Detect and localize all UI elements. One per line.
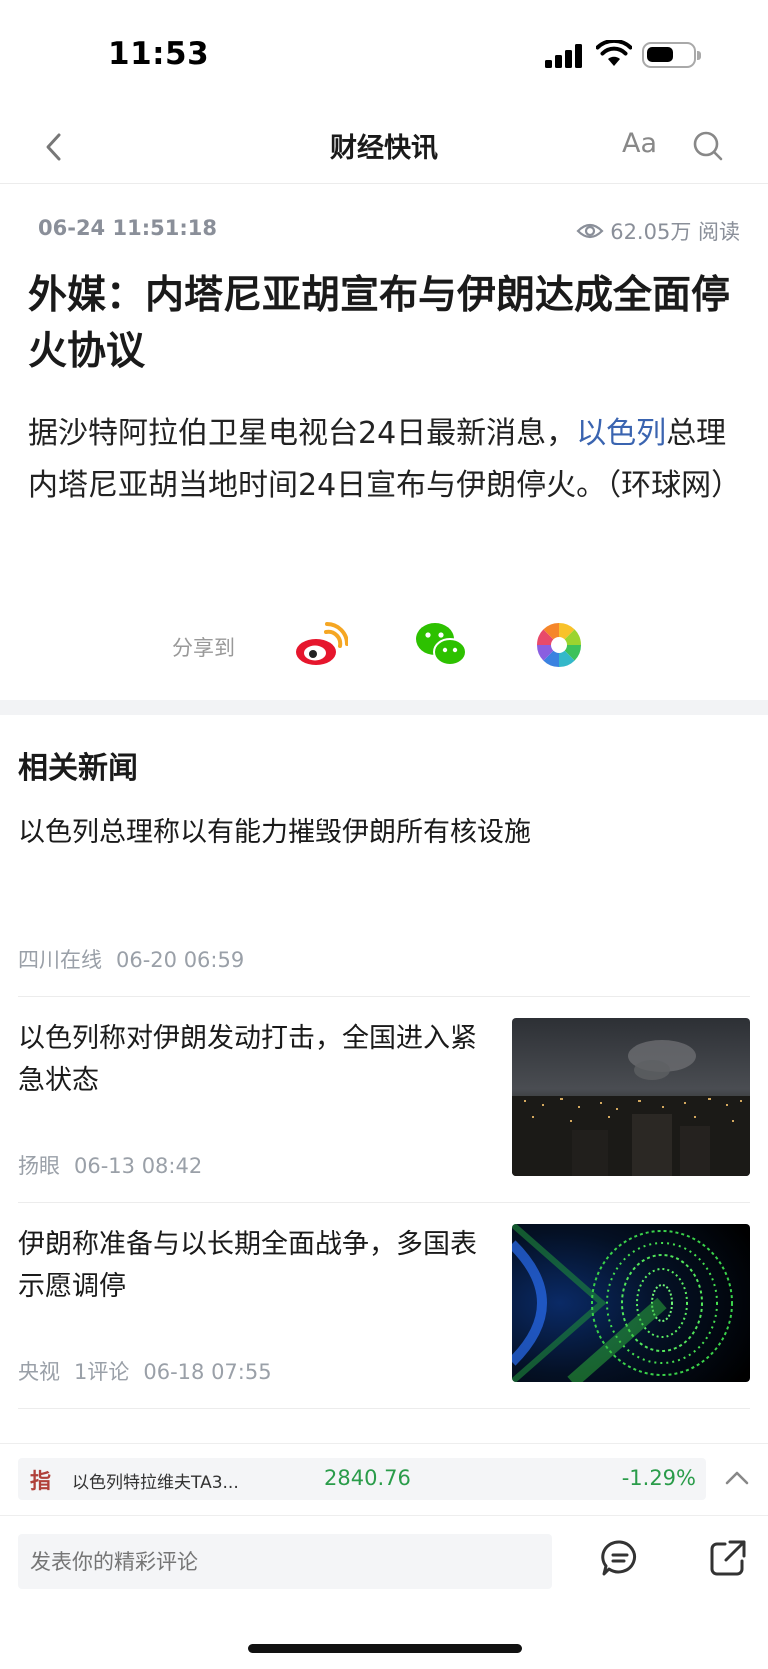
news-time: 06-13 08:42 [74,1154,203,1178]
share-icon[interactable] [708,1538,748,1578]
ticker-name: 以色列特拉维夫TA3... [72,1473,239,1493]
news-source: 四川在线 [18,948,102,972]
news-source-line: 扬眼 06-13 08:42 [18,1150,216,1180]
news-item[interactable]: 以色列总理称以有能力摧毁伊朗所有核设施 四川在线 06-20 06:59 [18,812,750,997]
news-source-line: 央视 1评论 06-18 07:55 [18,1356,286,1386]
battery-icon [642,42,701,68]
index-tag: 指 [30,1469,51,1493]
top-nav: 财经快讯 Aa [0,112,768,184]
ticker-change: -1.29% [621,1466,696,1490]
eye-icon [576,223,604,239]
news-source: 扬眼 [18,1154,60,1178]
share-label: 分享到 [172,636,235,660]
search-icon[interactable] [692,130,724,162]
status-time: 11:53 [108,36,210,72]
home-indicator[interactable] [248,1644,522,1653]
stock-ticker-bar: 指 以色列特拉维夫TA3... 2840.76 -1.29% [0,1443,768,1515]
news-headline: 以色列总理称以有能力摧毁伊朗所有核设施 [18,817,531,848]
news-item[interactable]: 伊朗称准备与以长期全面战争，多国表示愿调停 央视 1评论 06-18 07:55 [18,1224,750,1409]
share-row: 分享到 [0,620,768,680]
section-divider [0,700,768,715]
wifi-icon [596,40,632,66]
news-headline: 伊朗称准备与以长期全面战争，多国表示愿调停 [18,1229,477,1302]
news-item[interactable]: 以色列称对伊朗发动打击，全国进入紧急状态 扬眼 06-13 08:42 [18,1018,750,1203]
wechat-icon[interactable] [414,620,468,670]
article-body: 据沙特阿拉伯卫星电视台24日最新消息，以色列总理内塔尼亚胡当地时间24日宣布与伊… [28,408,742,512]
news-headline: 以色列称对伊朗发动打击，全国进入紧急状态 [18,1023,477,1096]
ticker-price: 2840.76 [324,1466,411,1490]
chevron-up-icon[interactable] [724,1468,750,1486]
news-thumbnail [512,1018,750,1176]
comment-input[interactable] [18,1534,552,1589]
moments-icon[interactable] [532,620,586,670]
cellular-signal-icon [545,44,585,68]
article-views: 62.05万 阅读 [576,216,740,246]
related-news-title: 相关新闻 [18,751,138,786]
article-meta: 06-24 11:51:18 62.05万 阅读 [38,216,740,246]
news-time: 06-20 06:59 [116,948,245,972]
stock-ticker[interactable]: 指 以色列特拉维夫TA3... 2840.76 -1.29% [18,1458,706,1500]
body-text-1: 据沙特阿拉伯卫星电视台24日最新消息， [28,416,577,451]
views-count: 62.05万 阅读 [610,220,740,244]
stock-link[interactable]: 以色列 [576,416,666,451]
weibo-icon[interactable] [294,620,348,670]
comment-icon[interactable] [600,1538,640,1578]
font-size-button[interactable]: Aa [622,128,657,159]
status-bar: 11:53 [0,0,768,110]
news-time: 06-18 07:55 [143,1360,272,1384]
news-source: 央视 [18,1360,60,1384]
news-thumbnail [512,1224,750,1382]
article-datetime: 06-24 11:51:18 [38,216,217,240]
news-source-line: 四川在线 06-20 06:59 [18,944,258,974]
news-comments: 1评论 [74,1360,130,1384]
article-headline: 外媒：内塔尼亚胡宣布与伊朗达成全面停火协议 [28,273,731,374]
